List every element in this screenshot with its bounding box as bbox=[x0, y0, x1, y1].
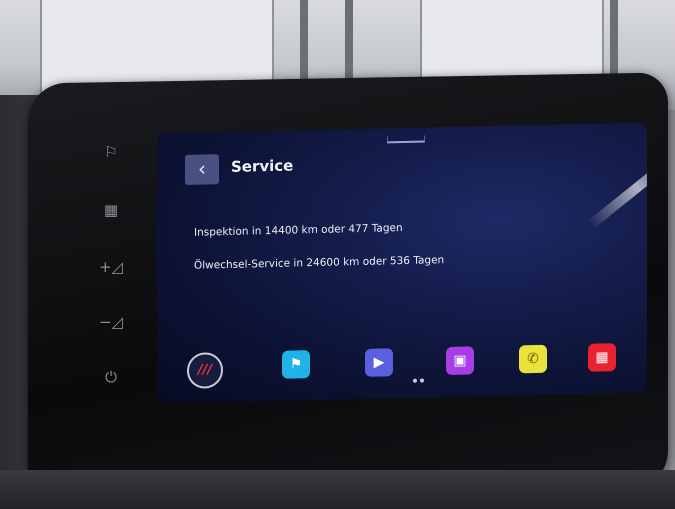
inspection-info: Inspektion in 14400 km oder 477 Tagen bbox=[194, 221, 403, 239]
flag-icon[interactable]: ⚐ bbox=[96, 140, 126, 164]
navigation-app-icon[interactable]: ⚑ bbox=[282, 350, 310, 379]
media-app-icon[interactable]: ▶ bbox=[365, 348, 393, 377]
notification-pull-tab[interactable] bbox=[387, 135, 425, 144]
volume-down-icon[interactable]: −◿ bbox=[96, 310, 126, 334]
volume-up-icon[interactable]: +◿ bbox=[96, 255, 126, 279]
back-button[interactable]: ‹ bbox=[185, 154, 219, 185]
vehicle-app-icon[interactable]: ▣ bbox=[446, 346, 474, 376]
phone-app-icon[interactable]: ✆ bbox=[519, 344, 547, 374]
touchscreen: ‹ Service Inspektion in 14400 km oder 47… bbox=[157, 122, 647, 404]
page-dot bbox=[420, 378, 424, 383]
chevron-left-icon: ‹ bbox=[198, 156, 206, 181]
page-title: Service bbox=[231, 156, 294, 176]
page-dot bbox=[413, 378, 417, 383]
home-button[interactable]: /// bbox=[187, 352, 223, 389]
keyboard-icon[interactable]: ▦ bbox=[96, 198, 126, 222]
dashboard-bottom bbox=[0, 470, 675, 509]
page-indicator bbox=[413, 367, 427, 386]
oil-change-info: Ölwechsel-Service in 24600 km oder 536 T… bbox=[194, 254, 445, 272]
power-icon[interactable]: ⏻ bbox=[96, 365, 126, 389]
apps-grid-icon[interactable]: ▦ bbox=[588, 343, 616, 372]
side-hard-keys: ⚐ ▦ +◿ −◿ ⏻ bbox=[96, 140, 136, 400]
screen-glare bbox=[586, 145, 647, 230]
